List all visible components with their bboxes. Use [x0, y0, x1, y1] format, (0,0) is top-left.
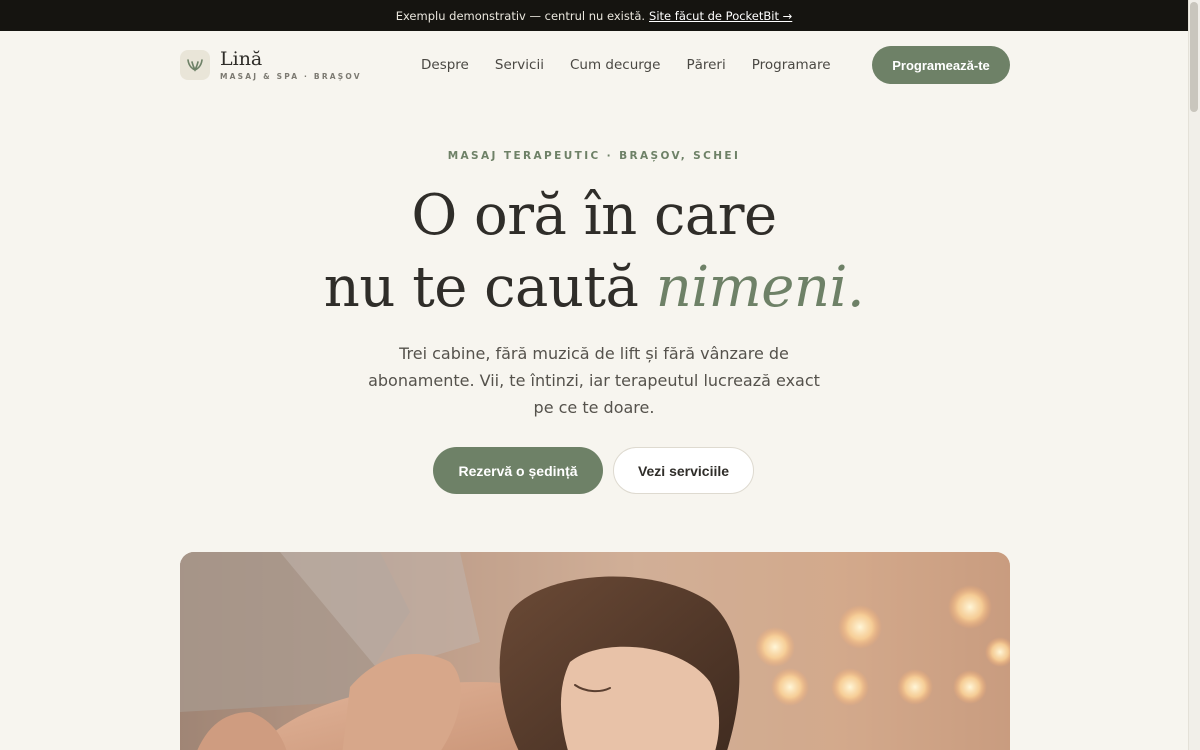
- nav-item-pareri[interactable]: Păreri: [686, 57, 725, 73]
- main-nav: Despre Servicii Cum decurge Păreri Progr…: [421, 31, 831, 99]
- site-header: Lină MASAJ & SPA · BRAȘOV Despre Servici…: [180, 31, 1010, 99]
- demo-banner-text: Exemplu demonstrativ — centrul nu există…: [395, 8, 646, 23]
- nav-item-cum-decurge[interactable]: Cum decurge: [570, 57, 660, 73]
- brand-name: Lină: [220, 48, 263, 70]
- nav-item-programare[interactable]: Programare: [752, 57, 831, 73]
- nav-item-servicii[interactable]: Servicii: [495, 57, 544, 73]
- demo-banner: Exemplu demonstrativ — centrul nu există…: [0, 0, 1188, 31]
- headline-line-1: O oră în care: [411, 183, 777, 248]
- hero-actions: Rezervă o ședință Vezi serviciile: [0, 447, 1188, 494]
- pocketbit-link[interactable]: Site făcut de PocketBit →: [649, 9, 792, 23]
- nav-item-despre[interactable]: Despre: [421, 57, 469, 73]
- brand-tagline: MASAJ & SPA · BRAȘOV: [220, 72, 362, 81]
- hero-lead: Trei cabine, fără muzică de lift și fără…: [368, 344, 820, 417]
- scrollbar[interactable]: [1188, 0, 1200, 750]
- schedule-button[interactable]: Programează-te: [872, 46, 1010, 84]
- headline-line-2: nu te caută: [323, 255, 656, 320]
- scrollbar-thumb[interactable]: [1190, 2, 1198, 112]
- massage-photo-illustration: [180, 552, 1010, 750]
- hero-photo: [180, 552, 1010, 750]
- hero-headline: O oră în care nu te caută nimeni.: [0, 180, 1188, 324]
- headline-accent: nimeni.: [655, 255, 865, 320]
- logo[interactable]: Lină MASAJ & SPA · BRAȘOV: [180, 49, 362, 81]
- book-session-button[interactable]: Rezervă o ședință: [433, 447, 603, 494]
- leaf-icon: [180, 50, 210, 80]
- hero-eyebrow: MASAJ TERAPEUTIC · BRAȘOV, SCHEI: [447, 150, 741, 162]
- view-services-button[interactable]: Vezi serviciile: [613, 447, 754, 494]
